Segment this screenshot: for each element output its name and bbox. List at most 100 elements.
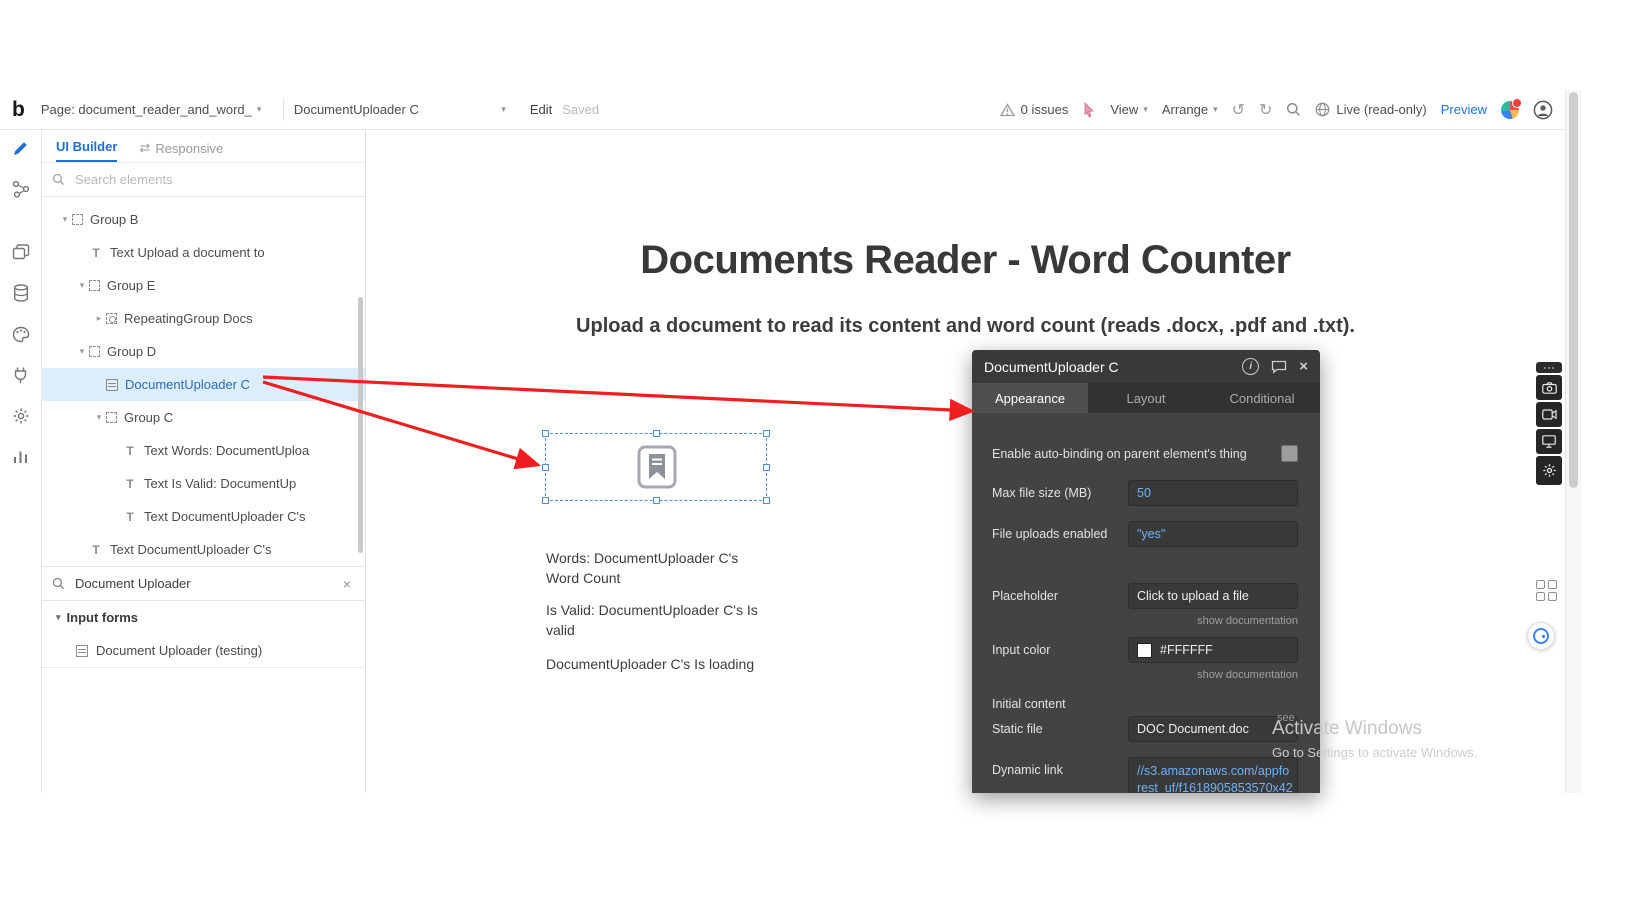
caret-down-icon[interactable]: ▾	[92, 412, 106, 423]
search-elements-input[interactable]	[73, 171, 317, 188]
row-show-documentation-2: show documentation	[992, 669, 1298, 681]
tree-item-group-e[interactable]: ▾Group E	[42, 269, 365, 302]
show-documentation-link[interactable]: show documentation	[1197, 615, 1298, 627]
text-is-valid[interactable]: Is Valid: DocumentUploader C's Is valid	[546, 600, 758, 640]
resize-handle-se[interactable]	[763, 497, 770, 504]
tree-item-text-words[interactable]: TText Words: DocumentUploa	[42, 434, 365, 467]
tab-conditional[interactable]: Conditional	[1204, 383, 1320, 413]
tab-appearance[interactable]: Appearance	[972, 383, 1088, 413]
window-scrollbar[interactable]	[1565, 90, 1581, 793]
dynamic-link-line: rest_uf/f1618905853570x42	[1137, 780, 1293, 793]
tree-item-label: DocumentUploader C	[125, 377, 250, 392]
clear-search-icon[interactable]: ×	[339, 576, 355, 592]
caret-right-icon[interactable]: ▸	[92, 313, 106, 324]
resize-handle-n[interactable]	[653, 430, 660, 437]
library-item-document-uploader[interactable]: Document Uploader (testing)	[42, 634, 365, 668]
tree-item-text-uploader-cs[interactable]: TText DocumentUploader C's	[42, 500, 365, 533]
close-icon[interactable]: ×	[1299, 358, 1308, 375]
undo-icon[interactable]: ↺	[1232, 100, 1245, 120]
search-icon[interactable]	[1286, 102, 1301, 117]
preview-button[interactable]: Preview	[1441, 102, 1487, 117]
capacity-usage-icon[interactable]	[1501, 101, 1519, 119]
view-menu[interactable]: View ▾	[1110, 102, 1147, 117]
toolbar-gear-icon[interactable]	[1536, 456, 1562, 485]
tree-item-group-c[interactable]: ▾Group C	[42, 401, 365, 434]
workflow-icon[interactable]	[11, 179, 31, 199]
property-editor-title: DocumentUploader C	[984, 359, 1242, 375]
resize-handle-ne[interactable]	[763, 430, 770, 437]
show-documentation-link[interactable]: show documentation	[1197, 669, 1298, 681]
page-selector[interactable]: Page: document_reader_and_word_ ▾	[41, 102, 273, 117]
tab-ui-builder[interactable]: UI Builder	[56, 139, 117, 162]
settings-gear-icon[interactable]	[11, 406, 31, 426]
caret-down-icon[interactable]: ▾	[75, 280, 89, 291]
tree-item-group-b[interactable]: ▾Group B	[42, 203, 365, 236]
scrollbar-thumb[interactable]	[1569, 92, 1578, 488]
issues-button[interactable]: 0 issues	[1000, 102, 1069, 117]
comment-icon[interactable]	[1271, 360, 1287, 374]
resize-handle-w[interactable]	[542, 464, 549, 471]
property-editor-tabs: Appearance Layout Conditional	[972, 383, 1320, 413]
page-subtitle[interactable]: Upload a document to read its content an…	[366, 315, 1565, 338]
tree-item-label: Group D	[107, 344, 156, 359]
info-icon[interactable]: i	[1242, 358, 1259, 375]
row-initial-content: Initial content	[992, 697, 1298, 711]
tree-item-group-d[interactable]: ▾ Group D	[42, 335, 365, 368]
resize-handle-s[interactable]	[653, 497, 660, 504]
auto-binding-checkbox[interactable]	[1281, 445, 1298, 462]
resize-handle-nw[interactable]	[542, 430, 549, 437]
styles-palette-icon[interactable]	[11, 324, 31, 344]
live-readonly-toggle[interactable]: Live (read-only)	[1315, 102, 1426, 117]
debugger-icon[interactable]	[1527, 622, 1555, 650]
redo-icon[interactable]: ↻	[1259, 100, 1272, 120]
screenshot-camera-icon[interactable]	[1536, 375, 1562, 400]
tree-item-repeatinggroup-docs[interactable]: ▸ RepeatingGroup Docs	[42, 302, 365, 335]
tree-item-text-uploader-cs-2[interactable]: TText DocumentUploader C's	[42, 533, 365, 566]
tree-item-label: RepeatingGroup Docs	[124, 311, 253, 326]
tree-item-documentuploader-c[interactable]: DocumentUploader C	[42, 368, 365, 401]
section-input-forms[interactable]: ▾ Input forms	[42, 601, 365, 634]
plugins-icon[interactable]	[11, 365, 31, 385]
element-library-search-input[interactable]	[73, 575, 331, 592]
row-input-color: Input color #FFFFFF	[992, 637, 1298, 663]
property-editor-header[interactable]: DocumentUploader C i ×	[972, 350, 1320, 383]
tree-item-text-upload[interactable]: TText Upload a document to	[42, 236, 365, 269]
tab-responsive[interactable]: ⇄ Responsive	[139, 140, 223, 162]
element-selector[interactable]: DocumentUploader C ▾	[294, 102, 506, 117]
color-swatch[interactable]	[1137, 643, 1152, 658]
data-icon[interactable]	[11, 283, 31, 303]
selected-uploader-element[interactable]	[545, 433, 767, 501]
toolbar-drag-handle[interactable]	[1536, 362, 1562, 373]
video-camera-icon[interactable]	[1536, 402, 1562, 427]
tree-scrollbar[interactable]	[358, 297, 363, 553]
arrange-menu[interactable]: Arrange ▾	[1162, 102, 1218, 117]
static-file-value: DOC Document.doc	[1137, 722, 1249, 736]
tree-item-text-isvalid[interactable]: TText Is Valid: DocumentUp	[42, 467, 365, 500]
tab-layout[interactable]: Layout	[1088, 383, 1204, 413]
edit-mode-button[interactable]: Edit	[530, 102, 552, 117]
caret-down-icon[interactable]: ▾	[58, 214, 72, 225]
max-file-size-input[interactable]: 50	[1128, 480, 1298, 506]
page-title[interactable]: Documents Reader - Word Counter	[366, 238, 1565, 283]
design-pencil-icon[interactable]	[11, 138, 31, 158]
text-is-loading[interactable]: DocumentUploader C's Is loading	[546, 654, 754, 674]
input-color-input[interactable]: #FFFFFF	[1128, 637, 1298, 663]
resize-handle-e[interactable]	[763, 464, 770, 471]
design-canvas[interactable]: Documents Reader - Word Counter Upload a…	[366, 130, 1565, 793]
pages-icon[interactable]	[11, 242, 31, 262]
group-icon	[106, 412, 117, 423]
presentation-icon[interactable]	[1536, 429, 1562, 454]
caret-down-icon[interactable]: ▾	[75, 346, 89, 357]
placeholder-input[interactable]: Click to upload a file	[1128, 583, 1298, 609]
group-icon	[89, 346, 100, 357]
file-uploads-enabled-input[interactable]: "yes"	[1128, 521, 1298, 547]
logs-chart-icon[interactable]	[11, 447, 31, 467]
components-grid-icon[interactable]	[1536, 580, 1557, 601]
text-words-count[interactable]: Words: DocumentUploader C's Word Count	[546, 548, 738, 588]
dynamic-link-line: //s3.amazonaws.com/appfo	[1137, 763, 1289, 780]
bubble-logo[interactable]: b	[12, 98, 25, 122]
input-color-value: #FFFFFF	[1160, 643, 1213, 657]
dynamic-link-input[interactable]: //s3.amazonaws.com/appfo rest_uf/f161890…	[1128, 757, 1298, 793]
resize-handle-sw[interactable]	[542, 497, 549, 504]
user-avatar-icon[interactable]	[1533, 100, 1553, 120]
